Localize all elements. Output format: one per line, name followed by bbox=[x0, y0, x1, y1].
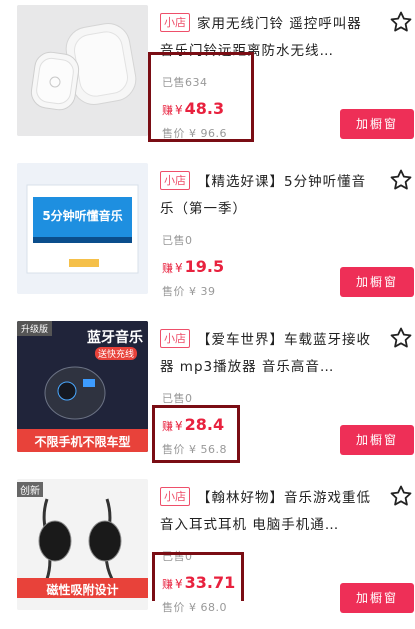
currency-symbol: ¥ bbox=[175, 419, 183, 433]
earn-label: 赚 bbox=[162, 420, 173, 433]
thumb-bottom-text: 不限手机不限车型 bbox=[34, 435, 131, 449]
currency-symbol: ¥ bbox=[175, 261, 183, 275]
earn-value: 19.5 bbox=[184, 257, 225, 276]
sold-count: 已售0 bbox=[162, 550, 193, 563]
sale-price: 售价 ¥ 68.0 bbox=[162, 599, 227, 615]
price-value: ¥ 56.8 bbox=[189, 443, 227, 456]
product-image[interactable]: 5分钟听懂音乐 bbox=[17, 163, 148, 294]
thumb-badge: 升级版 bbox=[17, 321, 53, 336]
product-title[interactable]: 【精选好课】5分钟听懂音乐（第一季） bbox=[160, 169, 375, 223]
product-image[interactable] bbox=[17, 5, 148, 136]
star-icon[interactable] bbox=[389, 10, 413, 34]
sale-price: 售价 ¥ 96.6 bbox=[162, 125, 227, 141]
add-to-showcase-button[interactable]: 加橱窗 bbox=[340, 267, 414, 297]
price-value: ¥ 96.6 bbox=[189, 127, 227, 140]
sale-price: 售价 ¥ 56.8 bbox=[162, 441, 227, 457]
star-icon[interactable] bbox=[389, 484, 413, 508]
product-card[interactable]: 小店 家用无线门铃 遥控呼叫器 音乐门铃远距离防水无线… 已售634 赚 ¥48.… bbox=[0, 5, 415, 155]
currency-symbol: ¥ bbox=[175, 103, 183, 117]
star-icon[interactable] bbox=[389, 326, 413, 350]
add-to-showcase-button[interactable]: 加橱窗 bbox=[340, 109, 414, 139]
thumb-subtitle: 送快充线 bbox=[95, 347, 138, 360]
thumb-text: 5分钟听懂音乐 bbox=[42, 209, 123, 223]
earn-value: 33.71 bbox=[184, 573, 236, 592]
sold-count: 已售634 bbox=[162, 76, 208, 89]
star-icon[interactable] bbox=[389, 168, 413, 192]
price-label: 售价 bbox=[162, 127, 185, 140]
product-card[interactable]: 创新 磁性吸附设计 小店 【翰林好物】音乐游戏重低音入耳式耳机 电脑手机通… 已… bbox=[0, 479, 415, 629]
earn-amount: 赚 ¥19.5 bbox=[162, 257, 224, 276]
earn-value: 48.3 bbox=[184, 99, 225, 118]
price-label: 售价 bbox=[162, 601, 185, 614]
earn-label: 赚 bbox=[162, 104, 173, 117]
product-title[interactable]: 【爱车世界】车载蓝牙接收器 mp3播放器 音乐高音… bbox=[160, 327, 375, 381]
price-label: 售价 bbox=[162, 443, 185, 456]
price-label: 售价 bbox=[162, 285, 185, 298]
sold-count: 已售0 bbox=[162, 234, 193, 247]
price-value: ¥ 68.0 bbox=[189, 601, 227, 614]
add-to-showcase-button[interactable]: 加橱窗 bbox=[340, 583, 414, 613]
earn-amount: 赚 ¥28.4 bbox=[162, 415, 224, 434]
currency-symbol: ¥ bbox=[175, 577, 183, 591]
product-image[interactable]: 创新 磁性吸附设计 bbox=[17, 479, 148, 610]
price-value: ¥ 39 bbox=[189, 285, 216, 298]
earn-amount: 赚 ¥48.3 bbox=[162, 99, 224, 118]
product-title[interactable]: 【翰林好物】音乐游戏重低音入耳式耳机 电脑手机通… bbox=[160, 485, 375, 539]
sold-count: 已售0 bbox=[162, 392, 193, 405]
add-to-showcase-button[interactable]: 加橱窗 bbox=[340, 425, 414, 455]
earn-amount: 赚 ¥33.71 bbox=[162, 573, 235, 592]
product-image[interactable]: 升级版 蓝牙音乐 送快充线 不限手机不限车型 bbox=[17, 321, 148, 452]
earn-value: 28.4 bbox=[184, 415, 225, 434]
product-title[interactable]: 家用无线门铃 遥控呼叫器 音乐门铃远距离防水无线… bbox=[160, 11, 375, 65]
product-card[interactable]: 5分钟听懂音乐 小店 【精选好课】5分钟听懂音乐（第一季） 已售0 赚 ¥19.5… bbox=[0, 163, 415, 313]
thumb-badge: 创新 bbox=[17, 482, 43, 497]
product-card[interactable]: 升级版 蓝牙音乐 送快充线 不限手机不限车型 小店 【爱车世界】车载蓝牙接收器 … bbox=[0, 321, 415, 471]
earn-label: 赚 bbox=[162, 262, 173, 275]
thumb-title: 蓝牙音乐 bbox=[87, 330, 143, 346]
thumb-bottom-text: 磁性吸附设计 bbox=[46, 583, 119, 597]
sale-price: 售价 ¥ 39 bbox=[162, 283, 216, 299]
earn-label: 赚 bbox=[162, 578, 173, 591]
